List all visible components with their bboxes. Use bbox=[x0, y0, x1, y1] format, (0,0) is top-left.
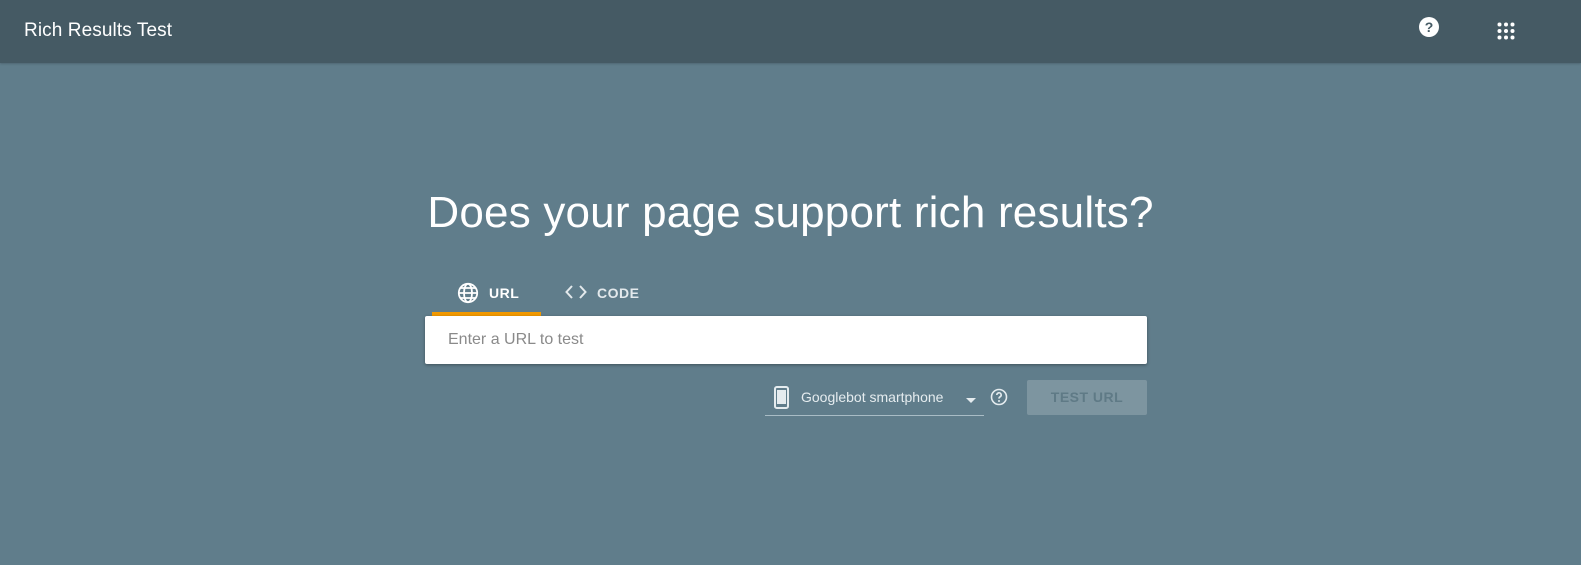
tab-url[interactable]: URL bbox=[432, 276, 541, 316]
top-app-bar: Rich Results Test ? bbox=[0, 0, 1581, 63]
tab-code[interactable]: CODE bbox=[541, 276, 661, 316]
globe-icon bbox=[457, 282, 479, 307]
help-button[interactable]: ? bbox=[1419, 17, 1439, 37]
test-url-button[interactable]: TEST URL bbox=[1027, 380, 1147, 415]
apps-grid-icon[interactable] bbox=[1497, 22, 1515, 40]
device-select-value: Googlebot smartphone bbox=[801, 389, 944, 405]
app-title: Rich Results Test bbox=[24, 20, 173, 41]
url-input[interactable] bbox=[425, 316, 1147, 364]
tab-url-label: URL bbox=[489, 285, 520, 301]
device-select[interactable]: Googlebot smartphone bbox=[765, 381, 984, 416]
help-outline-icon[interactable] bbox=[990, 388, 1008, 411]
page-headline: Does your page support rich results? bbox=[427, 188, 1154, 237]
chevron-down-icon bbox=[966, 398, 976, 403]
smartphone-icon bbox=[774, 386, 789, 414]
code-icon bbox=[565, 284, 587, 303]
tab-code-label: CODE bbox=[597, 285, 640, 301]
